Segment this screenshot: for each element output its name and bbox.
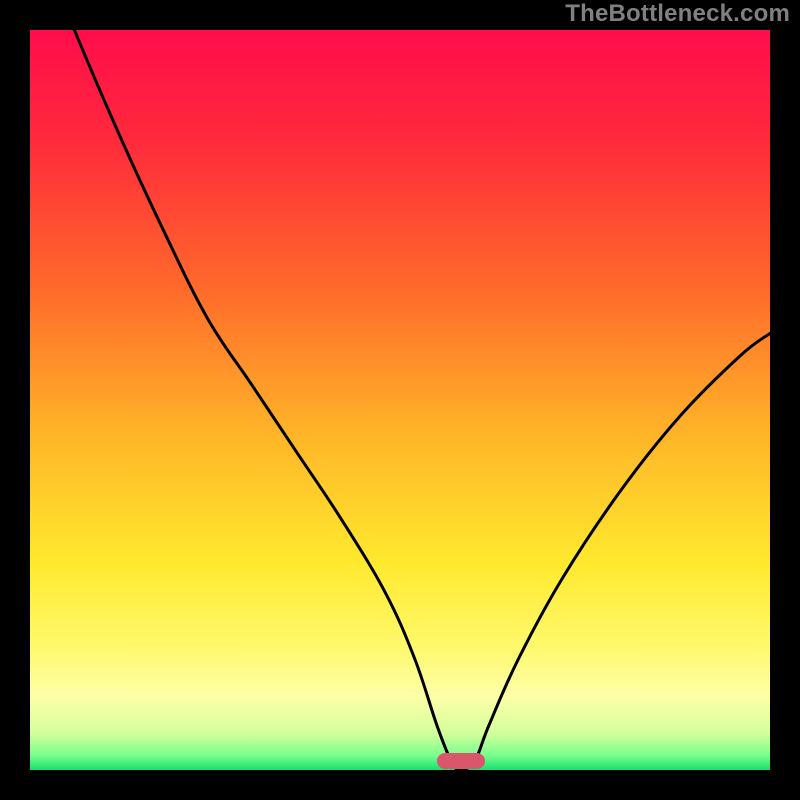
- optimal-marker: [437, 753, 485, 769]
- curve-left-branch: [30, 30, 459, 770]
- bottleneck-curve: [30, 30, 770, 770]
- plot-area: [30, 30, 770, 770]
- curve-right-branch: [459, 333, 770, 770]
- chart-frame: TheBottleneck.com: [0, 0, 800, 800]
- watermark-text: TheBottleneck.com: [565, 0, 790, 28]
